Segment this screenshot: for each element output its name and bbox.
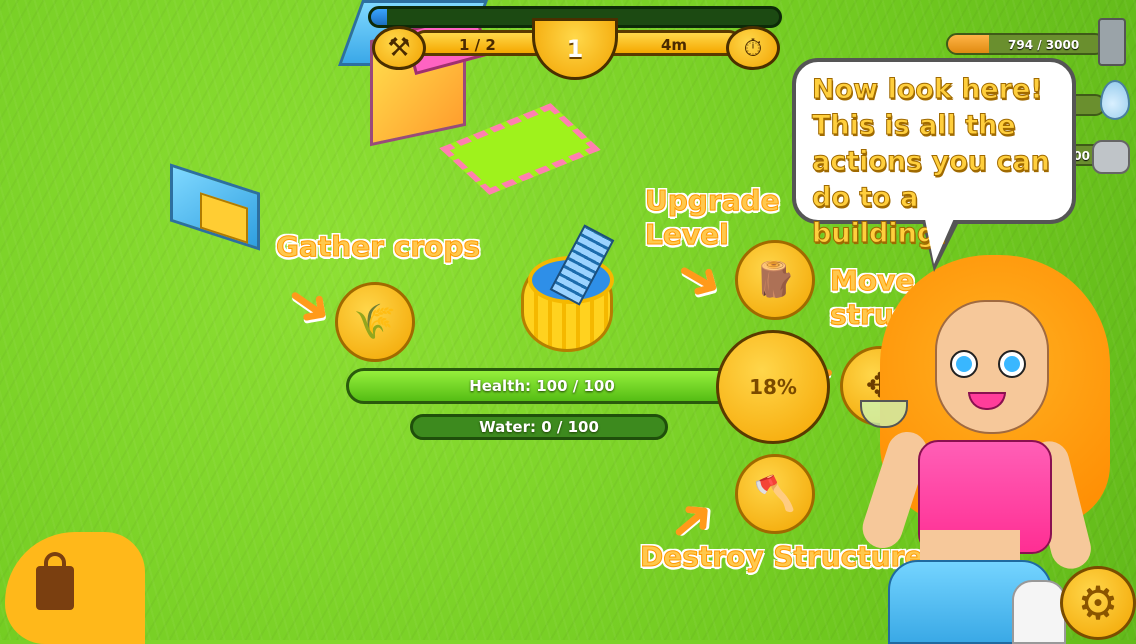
production-progress[interactable]: 18% <box>716 330 830 444</box>
water-bar: Water: 0 / 100 <box>410 414 668 440</box>
xp-progress-fill <box>371 9 388 25</box>
gold-resource-bar: 794 / 3000 <box>946 33 1106 55</box>
health-text: Health: 100 / 100 <box>469 377 615 395</box>
gather-crops-button[interactable]: 🌾 <box>335 282 415 362</box>
destroy-structure-button[interactable]: 🪓 <box>735 454 815 534</box>
speech-line-2: This is all the <box>812 110 1017 142</box>
wood-planks-icon: 🪵 <box>753 260 797 300</box>
gold-resource-text: 794 / 3000 <box>1008 38 1080 52</box>
upgrade-label-line1: Upgrade <box>645 184 781 218</box>
upgrade-level-button[interactable]: 🪵 <box>735 240 815 320</box>
guide-character-eye-left <box>950 350 978 378</box>
hammer-icon: ⚒ <box>387 33 411 63</box>
water-text: Water: 0 / 100 <box>479 418 599 436</box>
wheat-sickle-icon: 🌾 <box>353 302 397 342</box>
flower-pot <box>1012 580 1066 644</box>
speech-line-3: actions you can <box>812 146 1051 178</box>
guide-character-eye-right <box>998 350 1026 378</box>
speech-bubble[interactable]: Now look here! This is all the actions y… <box>792 58 1076 250</box>
settings-button[interactable]: ⚙ <box>1060 566 1136 640</box>
stopwatch-icon: ⏱ <box>743 34 763 62</box>
shopping-bag-icon <box>36 566 74 610</box>
water-drop-icon <box>1100 80 1130 120</box>
gold-resource-fill <box>948 35 989 53</box>
speech-line-1: Now look here! <box>812 74 1044 106</box>
speedup-button[interactable]: ⏱ <box>726 26 780 70</box>
gather-crops-label: Gather crops <box>275 230 481 264</box>
build-button[interactable]: ⚒ <box>372 26 426 70</box>
gold-bucket-icon <box>1098 18 1126 66</box>
stone-pile-icon <box>1092 140 1130 174</box>
speech-bubble-tail-inner <box>924 214 956 264</box>
axe-icon: 🪓 <box>753 474 797 514</box>
gear-icon: ⚙ <box>1077 576 1119 630</box>
health-bar: Health: 100 / 100 <box>346 368 738 404</box>
workers-count: 1 / 2 <box>459 36 496 54</box>
build-timer: 4m <box>661 36 688 54</box>
